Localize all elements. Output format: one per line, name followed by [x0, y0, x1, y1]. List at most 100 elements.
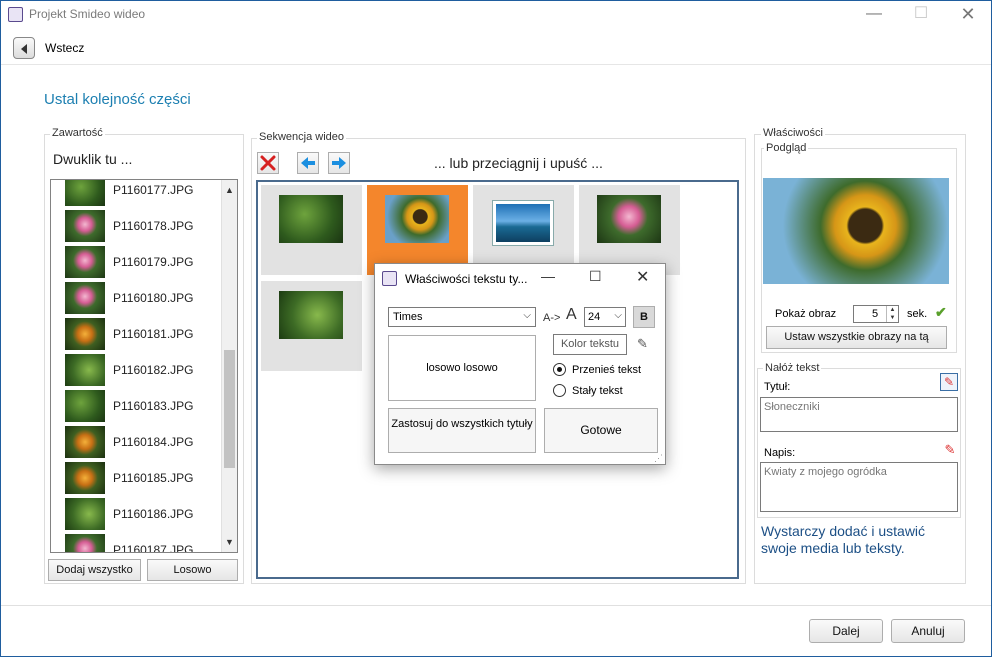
sequence-tile[interactable] [261, 185, 362, 275]
title-style-icon[interactable]: ✎ [940, 373, 958, 391]
file-name: P1160179.JPG [113, 255, 194, 269]
move-left-button[interactable] [297, 152, 319, 174]
page-title: Ustal kolejność części [44, 91, 191, 108]
title-label: Tytuł: [764, 381, 791, 393]
back-button[interactable]: Wstecz [45, 41, 84, 55]
done-button[interactable]: Gotowe [544, 408, 658, 453]
font-select-value: Times [393, 311, 423, 323]
file-name: P1160185.JPG [113, 471, 194, 485]
close-button[interactable]: ✕ [945, 1, 991, 29]
set-all-images-button[interactable]: Ustaw wszystkie obrazy na tą [766, 326, 947, 349]
file-name: P1160181.JPG [113, 327, 194, 341]
file-list-item[interactable]: P1160177.JPG [51, 180, 223, 209]
file-list-scrollbar[interactable]: ▲ ▼ [221, 180, 237, 552]
file-thumbnail [65, 498, 105, 530]
file-list-item[interactable]: P1160187.JPG [51, 533, 223, 553]
seconds-label: sek. [907, 308, 928, 320]
apply-to-all-button[interactable]: Zastosuj do wszystkich tytuły [388, 408, 536, 453]
file-name: P1160186.JPG [113, 507, 194, 521]
app-logo-icon [8, 7, 23, 22]
content-panel-label: Zawartość [50, 127, 105, 139]
preview-image [763, 178, 949, 284]
text-properties-dialog: Właściwości tekstu ty... — ☐ ✕ Times ⌵ A… [374, 263, 666, 465]
file-list-item[interactable]: P1160182.JPG [51, 353, 223, 389]
file-thumbnail [65, 390, 105, 422]
file-list-item[interactable]: P1160184.JPG [51, 425, 223, 461]
file-list-item[interactable]: P1160181.JPG [51, 317, 223, 353]
sequence-tile[interactable] [473, 185, 574, 275]
move-right-button[interactable] [328, 152, 350, 174]
duration-stepper[interactable]: 5 ▲ ▼ [853, 305, 899, 323]
file-name: P1160187.JPG [113, 543, 194, 553]
scroll-up-icon[interactable]: ▲ [225, 185, 234, 195]
random-button[interactable]: Losowo [147, 559, 238, 581]
file-list-item[interactable]: P1160183.JPG [51, 389, 223, 425]
file-thumbnail [65, 534, 105, 552]
tile-image [597, 195, 661, 243]
double-click-hint[interactable]: Dwuklik tu ... [53, 151, 132, 167]
sequence-tile[interactable] [579, 185, 680, 275]
radio-selected-dot [557, 367, 562, 372]
scroll-down-icon[interactable]: ▼ [225, 537, 234, 547]
add-all-button[interactable]: Dodaj wszystko [48, 559, 141, 581]
file-list-item[interactable]: P1160178.JPG [51, 209, 223, 245]
footer-divider [1, 605, 991, 606]
file-list-item[interactable]: P1160185.JPG [51, 461, 223, 497]
caption-style-icon[interactable]: ✎ [941, 441, 959, 459]
stepper-arrows-icon[interactable]: ▲ ▼ [886, 306, 898, 322]
text-overlay-label: Nałóż tekst [763, 362, 822, 374]
bold-button[interactable]: B [633, 306, 655, 328]
sequence-tile-selected[interactable] [367, 185, 468, 275]
preview-label: Podgląd [764, 142, 809, 154]
duration-value: 5 [872, 308, 879, 320]
file-list[interactable]: P1160177.JPG P1160178.JPG P1160179.JPG P116… [50, 179, 238, 553]
back-arrow-icon[interactable] [13, 37, 35, 59]
maximize-button[interactable]: ☐ [898, 1, 944, 29]
chevron-down-icon: ⌵ [614, 310, 622, 321]
resize-grip-icon[interactable]: ⋰ [654, 453, 663, 464]
radio-move-text[interactable] [553, 363, 566, 376]
minimize-button[interactable]: — [851, 1, 897, 29]
dialog-close-button[interactable]: ✕ [636, 267, 649, 287]
file-thumbnail [65, 282, 105, 314]
caption-input[interactable]: Kwiaty z mojego ogródka [760, 462, 958, 512]
dialog-maximize-button[interactable]: ☐ [589, 268, 602, 285]
radio-move-text-label: Przenieś tekst [572, 364, 642, 376]
drag-drop-hint: ... lub przeciągnij i upuść ... [434, 155, 603, 171]
radio-fixed-text[interactable] [553, 384, 566, 397]
tile-image [279, 195, 343, 243]
file-list-item[interactable]: P1160180.JPG [51, 281, 223, 317]
file-name: P1160177.JPG [113, 183, 194, 197]
file-list-item[interactable]: P1160179.JPG [51, 245, 223, 281]
font-size-select[interactable]: 24 ⌵ [584, 307, 626, 327]
font-size-big-a: A [566, 306, 577, 323]
file-thumbnail [65, 318, 105, 350]
tile-image [385, 195, 449, 243]
text-color-button[interactable]: Kolor tekstu [553, 334, 627, 355]
window-title: Projekt Smideo wideo [29, 7, 146, 21]
font-select[interactable]: Times ⌵ [388, 307, 536, 327]
app-window: Projekt Smideo wideo — ☐ ✕ Wstecz Ustal … [0, 0, 992, 657]
file-name: P1160183.JPG [113, 399, 194, 413]
scrollbar-thumb[interactable] [224, 350, 235, 468]
navigation-bar: Wstecz [1, 29, 991, 65]
next-button[interactable]: Dalej [809, 619, 883, 643]
file-list-item[interactable]: P1160186.JPG [51, 497, 223, 533]
cancel-button[interactable]: Anuluj [891, 619, 965, 643]
file-name: P1160178.JPG [113, 219, 194, 233]
file-thumbnail [65, 180, 105, 206]
dialog-minimize-button[interactable]: — [541, 268, 555, 284]
text-preview: losowo losowo [388, 335, 536, 401]
tile-image [279, 291, 343, 339]
dialog-app-icon [382, 271, 397, 286]
color-picker-icon[interactable]: ✎ [637, 336, 648, 352]
properties-panel-label: Właściwości [761, 127, 825, 139]
radio-fixed-text-label: Stały tekst [572, 385, 623, 397]
font-size-value: 24 [588, 311, 601, 323]
delete-button[interactable] [257, 152, 279, 174]
sequence-tile[interactable] [261, 281, 362, 371]
tile-image [493, 201, 553, 245]
info-text: Wystarczy dodać i ustawić swoje media lu… [761, 523, 926, 556]
file-name: P1160180.JPG [113, 291, 194, 305]
title-input[interactable]: Słoneczniki [760, 397, 958, 432]
